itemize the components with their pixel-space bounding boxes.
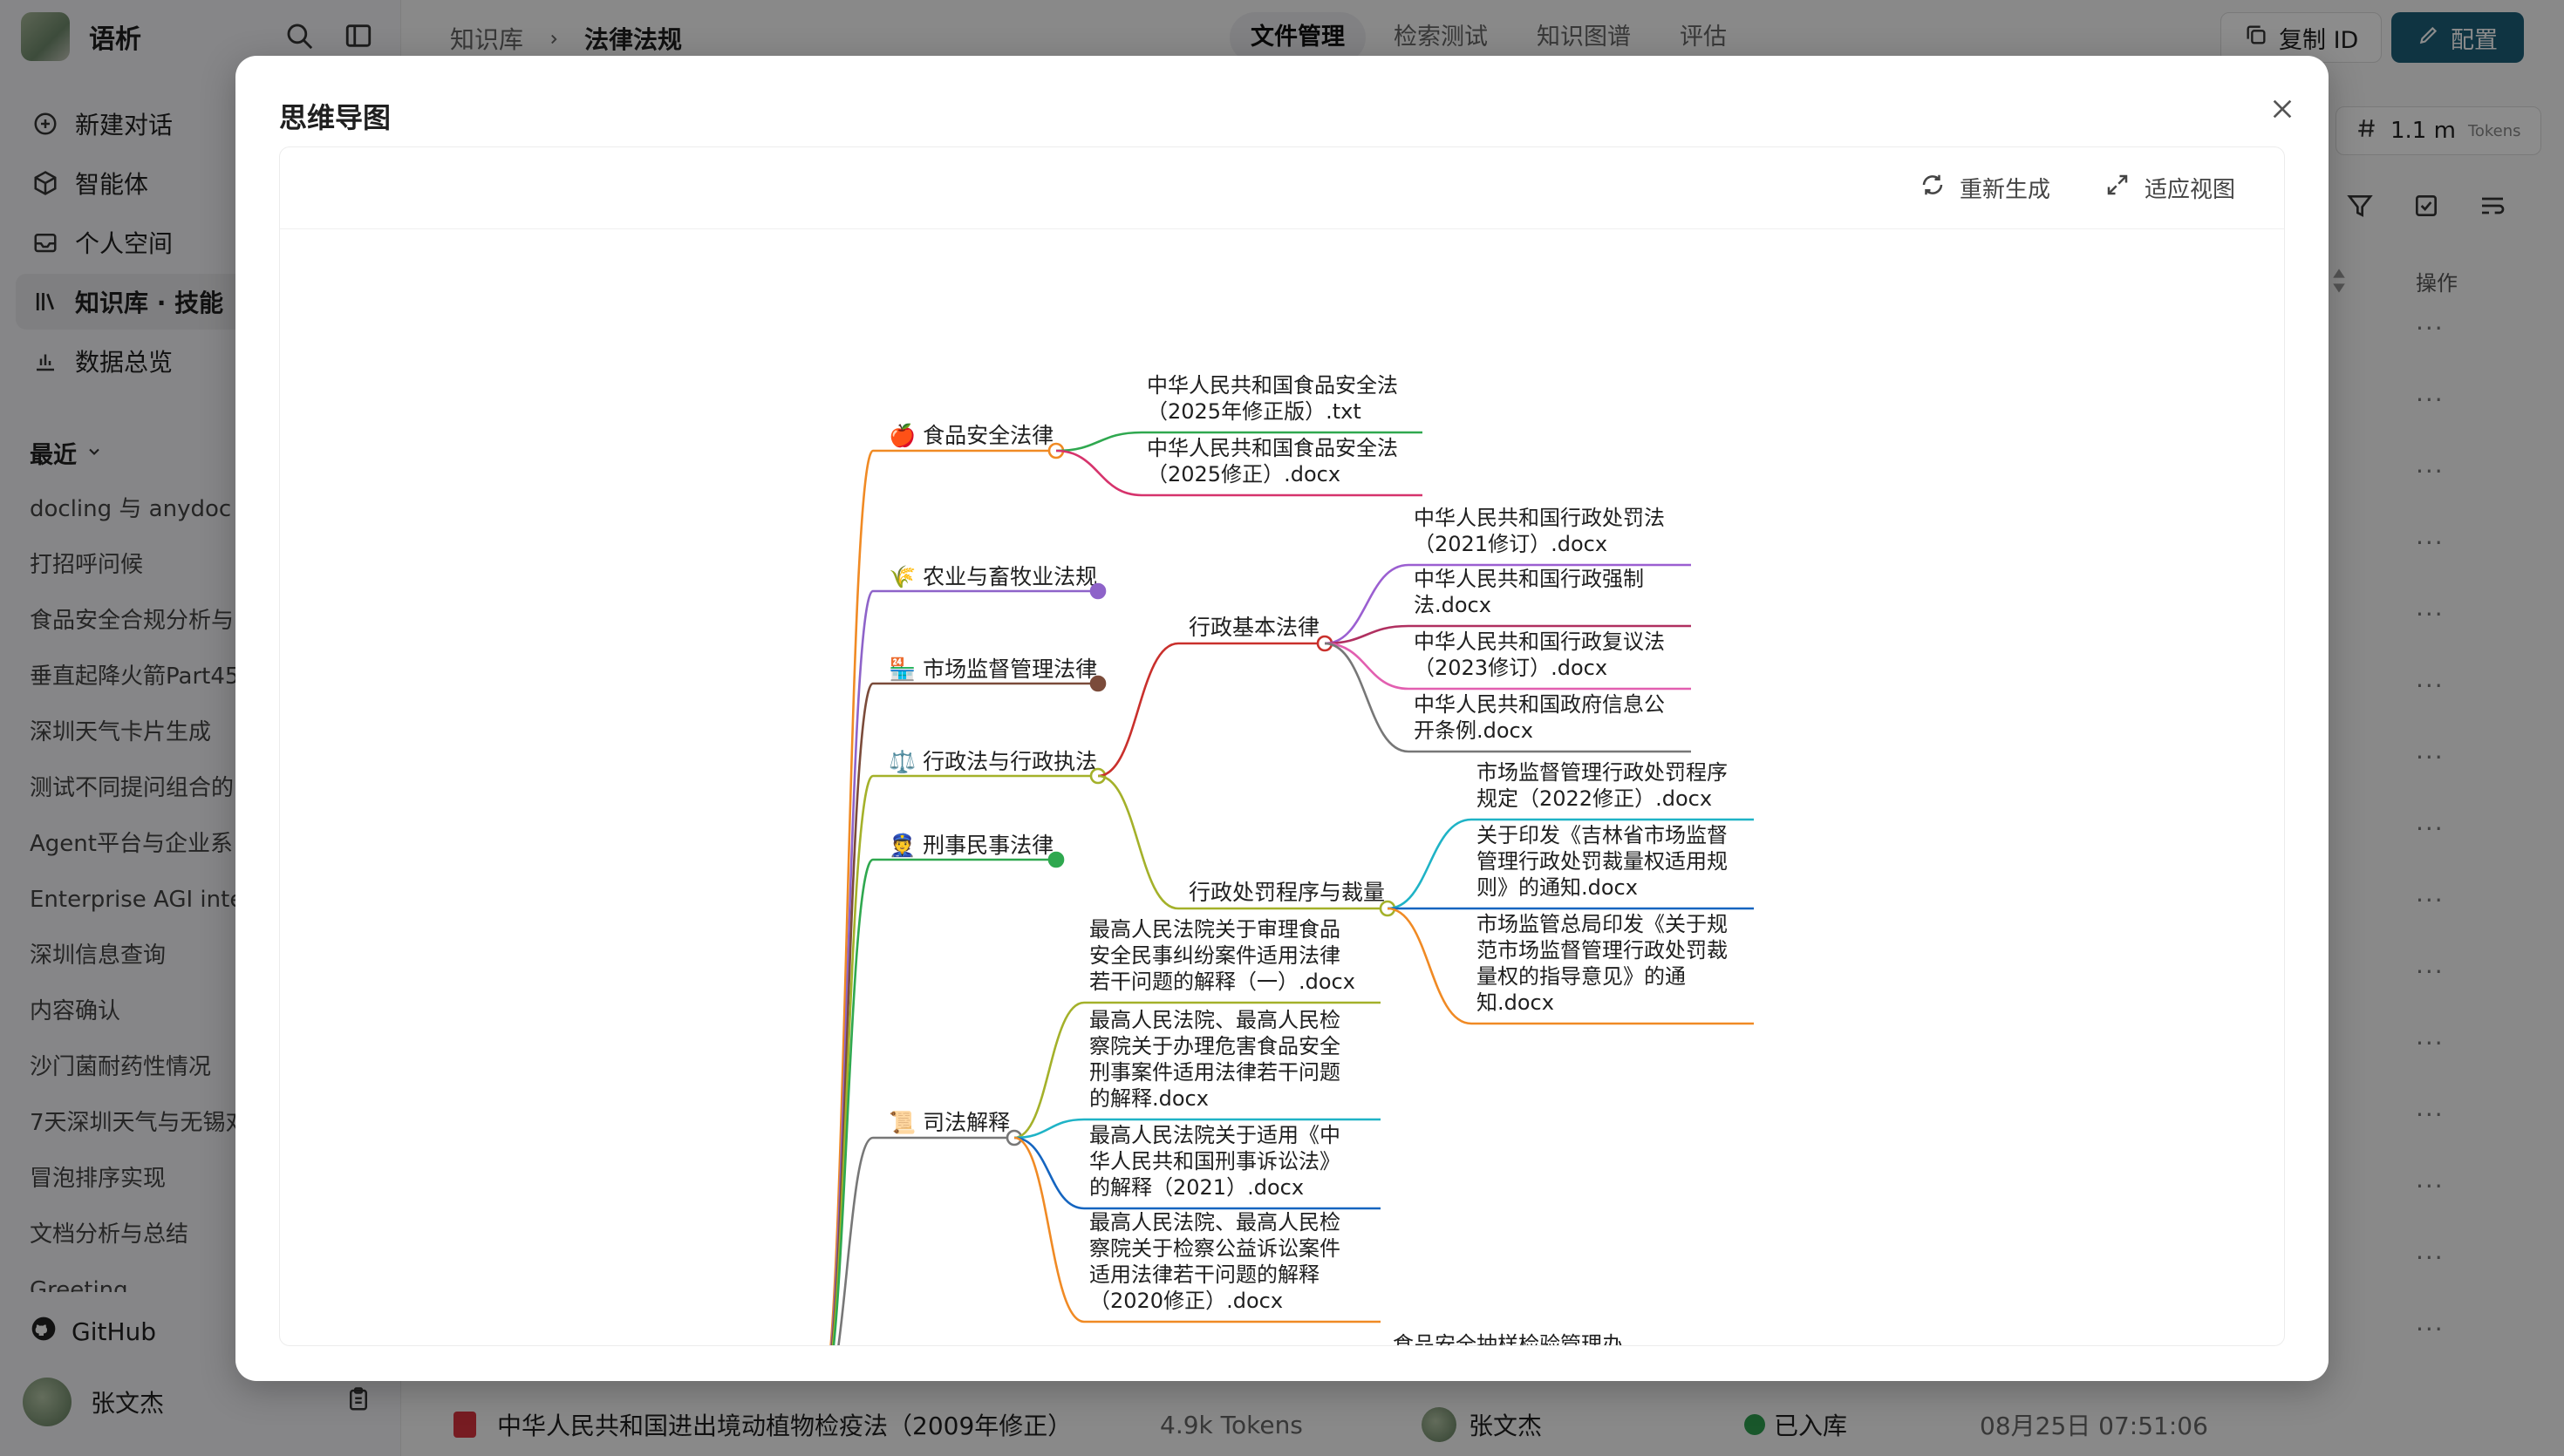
- mindmap-branch-line: [837, 1136, 874, 1345]
- mindmap-svg[interactable]: 🍎 食品安全法律中华人民共和国食品安全法（2025年修正版）.txt中华人民共和…: [280, 230, 2285, 1346]
- mindmap-leaf-line[interactable]: 范市场监督管理行政处罚裁: [1476, 938, 1728, 963]
- mindmap-leaf-line[interactable]: 若干问题的解释（一）.docx: [1089, 970, 1355, 994]
- mindmap-leaf-connector: [1324, 642, 1409, 753]
- mindmap-leaf-line[interactable]: 安全民事纠纷案件适用法律: [1089, 943, 1340, 968]
- mindmap-leaf-line[interactable]: 关于印发《吉林省市场监督: [1476, 823, 1728, 847]
- mindmap-subgroup-label[interactable]: 行政基本法律: [1189, 615, 1320, 640]
- mindmap-leaf-connector: [1387, 818, 1472, 910]
- mindmap-leaf-line[interactable]: 华人民共和国刑事诉讼法》: [1089, 1149, 1340, 1174]
- mindmap-leaf-line[interactable]: 法.docx: [1414, 593, 1491, 617]
- mindmap-leaf-line[interactable]: 则》的通知.docx: [1476, 875, 1638, 900]
- mindmap-leaf-connector: [1013, 1001, 1085, 1140]
- close-icon: [2268, 95, 2296, 126]
- expand-icon: [2104, 172, 2131, 204]
- mindmap-leaf-line[interactable]: 最高人民法院、最高人民检: [1089, 1008, 1340, 1032]
- fit-view-button[interactable]: 适应视图: [2104, 172, 2235, 204]
- mindmap-leaf-connector: [1013, 1136, 1085, 1210]
- mindmap-leaf-line[interactable]: 市场监管总局印发《关于规: [1476, 912, 1728, 936]
- mindmap-leaf-line[interactable]: 中华人民共和国政府信息公: [1414, 692, 1665, 717]
- mindmap-branch-line: [830, 682, 875, 1345]
- mindmap-category-label[interactable]: 👮 刑事民事法律: [889, 832, 1054, 858]
- refresh-icon: [1920, 172, 1946, 204]
- mindmap-leaf-line[interactable]: （2025修正）.docx: [1147, 462, 1340, 486]
- mindmap-node-toggle[interactable]: [1089, 582, 1107, 600]
- regenerate-button[interactable]: 重新生成: [1920, 172, 2050, 204]
- mindmap-leaf-line[interactable]: 察院关于检察公益诉讼案件: [1089, 1236, 1340, 1261]
- modal-title: 思维导图: [279, 101, 392, 134]
- mindmap-leaf-line[interactable]: 知.docx: [1476, 990, 1554, 1015]
- mindmap-leaf-line[interactable]: （2025年修正版）.txt: [1147, 399, 1361, 424]
- mindmap-leaf-line[interactable]: 规定（2022修正）.docx: [1476, 786, 1712, 811]
- mindmap-leaf-connector: [1055, 449, 1142, 497]
- regenerate-label: 重新生成: [1960, 177, 2051, 203]
- mindmap-leaf-line[interactable]: 中华人民共和国食品安全法: [1147, 436, 1398, 460]
- mindmap-modal: 思维导图 重新生成 适应视图 🍎 食品安全法律 中华人民共和国食品安全法 （2025…: [235, 56, 2329, 1381]
- mindmap-leaf-connector: [1013, 1136, 1085, 1323]
- mindmap-leaf-line[interactable]: 最高人民法院、最高人民检: [1089, 1210, 1340, 1235]
- mindmap-leaf-line[interactable]: 的解释.docx: [1089, 1086, 1209, 1111]
- mindmap-leaf-line[interactable]: （2020修正）.docx: [1089, 1289, 1283, 1313]
- mindmap-leaf-line[interactable]: 中华人民共和国行政强制: [1414, 567, 1644, 591]
- mindmap-branch-line: [829, 449, 875, 1345]
- mindmap-leaf-connector: [1013, 1118, 1085, 1140]
- fit-view-label: 适应视图: [2145, 177, 2236, 203]
- mindmap-panel: 重新生成 适应视图 🍎 食品安全法律 中华人民共和国食品安全法 （2025年修正版）…: [279, 146, 2285, 1346]
- mindmap-node-toggle[interactable]: [1089, 675, 1107, 692]
- mindmap-canvas[interactable]: 🍎 食品安全法律 中华人民共和国食品安全法 （2025年修正版）.txt 中华人民共和…: [280, 230, 2285, 1346]
- mindmap-leaf-connector: [1324, 642, 1409, 691]
- mindmap-subgroup-connector: [1097, 642, 1179, 778]
- mindmap-leaf-line[interactable]: 最高人民法院关于适用《中: [1089, 1123, 1340, 1147]
- mindmap-leaf-line[interactable]: 中华人民共和国行政复议法: [1414, 629, 1665, 654]
- mindmap-category-label[interactable]: 🍎 食品安全法律: [889, 422, 1054, 448]
- mindmap-leaf-line[interactable]: 管理行政处罚裁量权适用规: [1476, 849, 1728, 874]
- mindmap-leaf-line[interactable]: 食品安全抽样检验管理办: [1393, 1332, 1623, 1346]
- mindmap-leaf-line[interactable]: 最高人民法院关于审理食品: [1089, 917, 1340, 942]
- mindmap-leaf-line[interactable]: （2021修订）.docx: [1414, 532, 1607, 556]
- mindmap-leaf-line[interactable]: 的解释（2021）.docx: [1089, 1175, 1304, 1200]
- mindmap-category-label[interactable]: 📜 司法解释: [889, 1110, 1010, 1135]
- mindmap-leaf-line[interactable]: 刑事案件适用法律若干问题: [1089, 1060, 1340, 1085]
- mindmap-category-label[interactable]: 🏪 市场监督管理法律: [889, 657, 1097, 682]
- mindmap-leaf-line[interactable]: 开条例.docx: [1414, 718, 1533, 743]
- mindmap-leaf-line[interactable]: （2023修订）.docx: [1414, 656, 1607, 680]
- mindmap-leaf-line[interactable]: 市场监督管理行政处罚程序: [1476, 760, 1728, 785]
- mindmap-leaf-connector: [1387, 907, 1472, 1025]
- close-button[interactable]: [2261, 89, 2304, 133]
- mindmap-category-label[interactable]: ⚖️ 行政法与行政执法: [889, 749, 1097, 774]
- mindmap-leaf-line[interactable]: 察院关于办理危害食品安全: [1089, 1034, 1340, 1058]
- mindmap-toolbar: 重新生成 适应视图: [280, 147, 2284, 229]
- mindmap-leaf-connector: [1324, 563, 1409, 645]
- mindmap-leaf-line[interactable]: 中华人民共和国食品安全法: [1147, 373, 1398, 398]
- mindmap-leaf-line[interactable]: 适用法律若干问题的解释: [1089, 1262, 1320, 1287]
- mindmap-leaf-connector: [1055, 431, 1142, 452]
- mindmap-leaf-line[interactable]: 量权的指导意见》的通: [1476, 964, 1686, 989]
- mindmap-node-toggle[interactable]: [1047, 851, 1065, 868]
- mindmap-subgroup-label[interactable]: 行政处罚程序与裁量: [1189, 880, 1385, 905]
- mindmap-category-label[interactable]: 🌾 农业与畜牧业法规: [889, 564, 1097, 589]
- mindmap-leaf-line[interactable]: 中华人民共和国行政处罚法: [1414, 506, 1665, 530]
- mindmap-subgroup-connector: [1097, 774, 1179, 910]
